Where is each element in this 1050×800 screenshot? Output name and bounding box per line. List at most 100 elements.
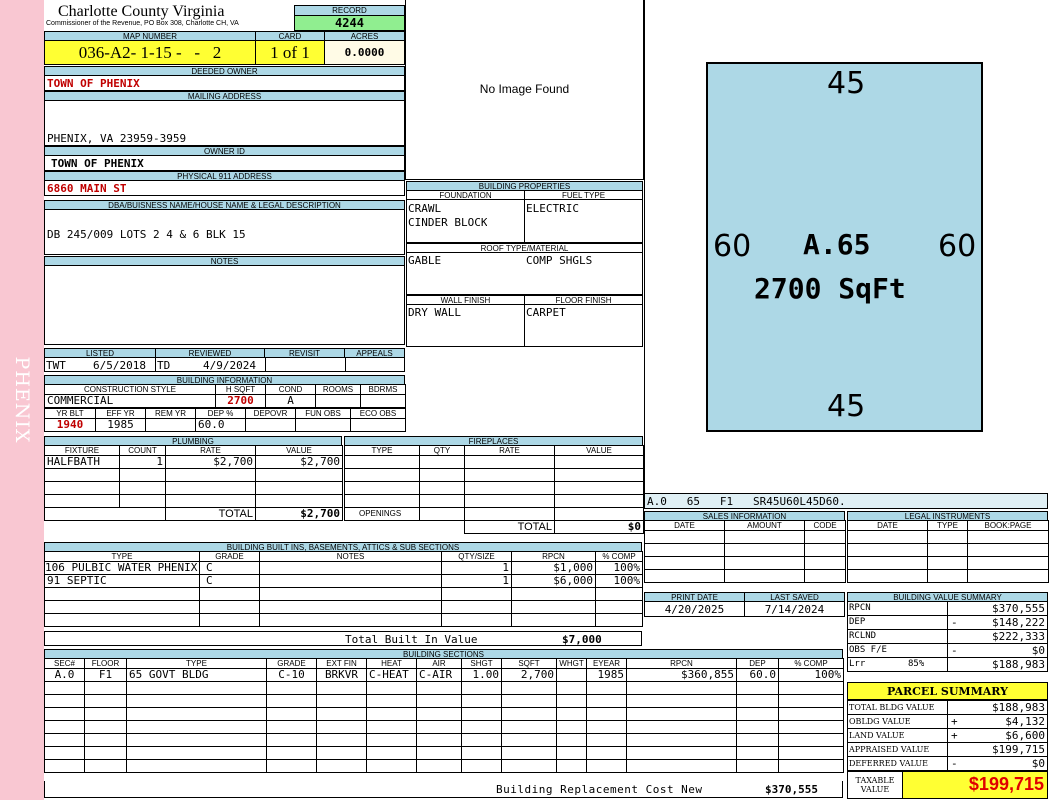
value-summary-value: $148,222 xyxy=(992,616,1045,629)
cond: A xyxy=(265,394,316,408)
county-title: Charlotte County Virginia xyxy=(58,3,225,20)
value-summary-sign: - xyxy=(951,644,958,657)
parcel-summary-value: $188,983 xyxy=(992,701,1045,714)
card-value: 1 of 1 xyxy=(255,40,325,65)
value-summary-value: $0 xyxy=(1031,644,1045,657)
table-row xyxy=(344,455,644,469)
legal-header-bookpage: BOOK:PAGE xyxy=(967,520,1049,531)
table-row: HALFBATH 1 $2,700 $2,700 xyxy=(44,455,343,469)
parcel-summary-value: $4,132 xyxy=(1005,715,1045,728)
legal-header-date: DATE xyxy=(847,520,928,531)
foundation-box: CRAWL CINDER BLOCK xyxy=(406,199,525,243)
table-row xyxy=(644,530,846,544)
fun-obs xyxy=(295,418,351,432)
yr-blt-label: YR BLT xyxy=(44,408,96,419)
plumbing-header-rate: RATE xyxy=(165,445,256,456)
sketch-code: A.0 65 F1 SR45U60L45D60. xyxy=(647,495,846,508)
sections-cell: C-HEAT xyxy=(366,668,417,682)
rem-yr xyxy=(145,418,196,432)
built-ins-header-notes: NOTES xyxy=(259,551,442,562)
notes-box xyxy=(44,265,405,345)
built-in-type: 106 PULBIC WATER PHENIX xyxy=(44,561,200,575)
value-summary-row: OBS F/E - $0 xyxy=(847,643,1048,658)
rooms xyxy=(315,394,361,408)
taxable-label-2: VALUE xyxy=(860,785,890,794)
built-in-total-label: Total Built In Value xyxy=(345,633,478,646)
parcel-summary-row: TOTAL BLDG VALUE $188,983 xyxy=(847,700,1048,715)
sketch-right-dim: 60 xyxy=(938,229,977,264)
mailing-address: PHENIX, VA 23959-3959 xyxy=(47,132,187,145)
sections-header: EXT FIN xyxy=(316,658,367,669)
parcel-summary-sign: - xyxy=(951,757,958,770)
table-row xyxy=(344,494,644,508)
table-row: 91 SEPTIC C 1 $6,000 100% xyxy=(44,574,643,588)
print-date: 4/20/2025 xyxy=(644,601,745,617)
plumbing-total: $2,700 xyxy=(255,507,343,521)
yr-blt: 1940 xyxy=(44,418,96,432)
built-in-qty: 1 xyxy=(441,574,512,588)
parcel-summary-label: DEFERRED VALUE xyxy=(849,759,928,768)
plumbing-header-value: VALUE xyxy=(255,445,343,456)
parcel-summary-sign: + xyxy=(951,715,958,728)
sales-table: DATE AMOUNT CODE xyxy=(644,520,846,583)
taxable-label-1: TAXABLE xyxy=(855,776,895,785)
dba-text: DB 245/009 LOTS 2 4 & 6 BLK 15 xyxy=(47,228,246,241)
table-row xyxy=(44,720,844,734)
parcel-summary-row: LAND VALUE + $6,600 xyxy=(847,728,1048,743)
value-summary-row: RCLND $222,333 xyxy=(847,629,1048,644)
plumbing-count: 1 xyxy=(119,455,166,469)
foundation-2: CINDER BLOCK xyxy=(408,216,488,229)
built-in-grade: C xyxy=(199,574,260,588)
built-in-qty: 1 xyxy=(441,561,512,575)
fuel-type: ELECTRIC xyxy=(526,202,579,215)
eco-obs xyxy=(350,418,406,432)
depovr xyxy=(245,418,296,432)
sections-cell: $360,855 xyxy=(626,668,737,682)
table-row xyxy=(44,733,844,747)
sections-cell: 100% xyxy=(778,668,844,682)
fireplaces-total: $0 xyxy=(554,520,644,534)
value-summary-label: Lrr xyxy=(849,659,866,669)
replacement-cost-row: Building Replacement Cost New $370,555 xyxy=(44,781,843,798)
built-in-rpcn: $6,000 xyxy=(511,574,596,588)
building-years-table: YR BLT EFF YR REM YR DEP % DEPOVR FUN OB… xyxy=(44,408,406,432)
sections-header: SEC# xyxy=(44,658,85,669)
sections-cell: BRKVR xyxy=(316,668,367,682)
built-in-comp: 100% xyxy=(595,561,643,575)
reviewed-by: TD xyxy=(157,359,171,372)
dep: 60.0 xyxy=(195,418,246,432)
rooms-label: ROOMS xyxy=(315,384,361,395)
parcel-summary-row: OBLDG VALUE + $4,132 xyxy=(847,714,1048,729)
reviewed-date: 4/9/2024 xyxy=(203,359,256,372)
eff-yr-label: EFF YR xyxy=(95,408,146,419)
side-band: PHENIX xyxy=(0,0,44,800)
table-row xyxy=(44,707,844,721)
table-row xyxy=(44,600,643,614)
listed-by: TWT xyxy=(46,359,66,372)
record-value: 4244 xyxy=(294,15,405,31)
listed-date: 6/5/2018 xyxy=(93,359,146,372)
map-number: 036-A2- 1-15 - - 2 xyxy=(44,40,256,65)
sketch-bottom-dim: 45 xyxy=(827,389,866,424)
parcel-summary-title: PARCEL SUMMARY xyxy=(847,682,1048,700)
floor-finish-box: CARPET xyxy=(524,304,643,347)
table-row xyxy=(644,556,846,570)
eco-obs-label: ECO OBS xyxy=(350,408,406,419)
sketch-code-box: A.0 65 F1 SR45U60L45D60. xyxy=(644,493,1048,509)
table-row xyxy=(847,543,1049,557)
sections-cell xyxy=(556,668,587,682)
built-in-rpcn: $1,000 xyxy=(511,561,596,575)
wall-finish-box: DRY WALL xyxy=(406,304,525,347)
dba-box: DB 245/009 LOTS 2 4 & 6 BLK 15 xyxy=(44,209,405,255)
deeded-owner-box: TOWN OF PHENIX xyxy=(44,75,405,91)
construction-style: COMMERCIAL xyxy=(44,394,216,408)
table-row xyxy=(644,569,846,583)
sections-header: FLOOR xyxy=(84,658,127,669)
built-ins-header-rpcn: RPCN xyxy=(511,551,596,562)
built-ins-header-grade: GRADE xyxy=(199,551,260,562)
built-ins-header-qty: QTY/SIZE xyxy=(441,551,512,562)
county-header: Charlotte County Virginia Commissioner o… xyxy=(44,0,294,30)
sections-cell: 60.0 xyxy=(736,668,779,682)
value-summary-value: $370,555 xyxy=(992,602,1045,615)
bdrms xyxy=(360,394,406,408)
